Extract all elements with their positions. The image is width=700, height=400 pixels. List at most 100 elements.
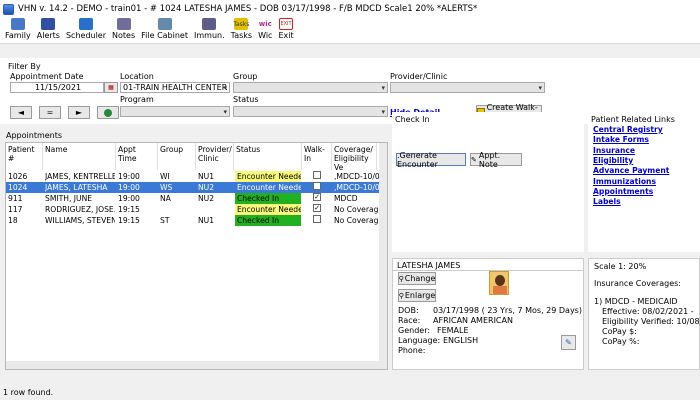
appointments-grid: Patient # Name Appt Time Group Provider/… (5, 142, 388, 370)
cell-provider: NU2 (198, 194, 215, 203)
change-patient-button[interactable]: ⚲ Change (398, 272, 436, 285)
window-title: VHN v. 14.2 - DEMO - train01 - # 1024 LA… (18, 4, 478, 14)
patient-name-header: LATESHA JAMES (397, 261, 461, 270)
column-header-patient[interactable]: Patient # (6, 143, 43, 170)
patient-panel: LATESHA JAMES ⚲ Change ⚲ Enlarge DOB: 03… (392, 258, 584, 370)
cell-time: 19:00 (118, 183, 140, 192)
column-header-walkin[interactable]: Walk-In (302, 143, 332, 170)
provider-label: Provider/Clinic (390, 72, 448, 81)
related-link-left[interactable]: Central Registry (593, 125, 663, 134)
gender-label: Gender: (398, 326, 431, 335)
location-select[interactable]: 01-TRAIN HEALTH CENTER (120, 82, 230, 93)
toolbar-family-button[interactable]: Family (2, 18, 34, 43)
related-links-title: Patient Related Links (591, 115, 675, 124)
refresh-icon (104, 108, 112, 117)
toolbar-exit-button[interactable]: EXIT Exit (275, 18, 296, 43)
edit-icon: ✎ (565, 338, 572, 347)
immunization-icon (202, 18, 217, 30)
table-row[interactable]: 911 SMITH, JUNE 19:00 NA NU2 Checked In ✓ MDCD (6, 193, 387, 204)
toolbar-scheduler-button[interactable]: Scheduler (63, 18, 109, 43)
walkin-checkbox[interactable]: ✓ (313, 204, 321, 212)
refresh-button[interactable] (97, 106, 119, 119)
column-header-time[interactable]: Appt Time (116, 143, 158, 170)
column-header-group[interactable]: Group (158, 143, 196, 170)
related-link-left[interactable]: Immunizations (593, 177, 656, 186)
status-select[interactable] (233, 106, 388, 117)
walkin-checkbox[interactable] (313, 171, 321, 179)
location-label: Location (120, 72, 154, 81)
cell-name: JAMES, LATESHA (45, 183, 108, 192)
tasks-icon: Tasks (233, 18, 249, 30)
related-link-left[interactable]: Intake Forms (593, 135, 649, 144)
race-value: AFRICAN AMERICAN (433, 316, 513, 325)
coverage-panel: Scale 1: 20% Insurance Coverages: 1) MDC… (588, 258, 700, 370)
calendar-picker-button[interactable]: ▦ (104, 82, 118, 93)
cell-coverage: No Coverage (334, 205, 379, 214)
grid-vertical-scrollbar[interactable] (379, 143, 387, 369)
zoom-icon: ⚲ (398, 291, 404, 300)
next-date-button[interactable]: ► (68, 106, 90, 119)
main-toolbar: Family Alerts Scheduler Notes File Cabin… (0, 18, 700, 44)
title-bar: VHN v. 14.2 - DEMO - train01 - # 1024 LA… (0, 0, 700, 18)
column-header-name[interactable]: Name (43, 143, 116, 170)
program-label: Program (120, 95, 154, 104)
table-row[interactable]: 117 RODRIGUEZ, JOSE... 19:15 Encounter Need… (6, 204, 387, 215)
cell-patient: 117 (8, 205, 23, 214)
cell-time: 19:00 (118, 172, 140, 181)
checkin-panel: Check In .Generate Encounter ✎ Appt. Not… (392, 112, 584, 252)
copay-dollar: CoPay $: (602, 327, 637, 336)
appt-note-button[interactable]: ✎ Appt. Note (470, 151, 522, 169)
grid-horizontal-scrollbar[interactable] (6, 361, 379, 369)
column-header-coverage[interactable]: Coverage/ Eligibility Ve (332, 143, 377, 170)
cell-coverage: MDCD (334, 194, 358, 203)
related-link-left[interactable]: Appointments (593, 187, 653, 196)
toolbar-immunization-button[interactable]: Immun. (191, 18, 228, 43)
table-row[interactable]: 1026 JAMES, KENTRELLE 19:00 WI NU1 Encounter … (6, 171, 387, 182)
insurance-verified: Eligibility Verified: 10/08/2021 (602, 317, 700, 326)
related-link-left[interactable]: Labels (593, 197, 621, 206)
checkin-title: Check In (395, 115, 430, 124)
filter-heading: Filter By (8, 62, 41, 71)
cell-patient: 1024 (8, 183, 28, 192)
walkin-checkbox[interactable]: ✓ (313, 193, 321, 201)
toolbar-file-cabinet-button[interactable]: File Cabinet (138, 18, 191, 43)
related-link-left[interactable]: Insurance (593, 146, 635, 155)
walkin-checkbox[interactable] (313, 215, 321, 223)
arrow-left-icon: ◄ (17, 108, 25, 117)
status-label: Status (233, 95, 259, 104)
table-row[interactable]: 18 WILLIAMS, STEVEN 19:15 ST NU1 Checked In No… (6, 215, 387, 226)
edit-patient-button[interactable]: ✎ (561, 335, 576, 350)
toolbar-wic-button[interactable]: wic Wic (255, 18, 275, 43)
toolbar-notes-button[interactable]: Notes (109, 18, 138, 43)
cell-coverage: ,MDCD-10/0 (334, 183, 379, 192)
cell-coverage: ,MDCD-10/0 (334, 172, 379, 181)
related-link-left[interactable]: Advance Payment (593, 166, 669, 175)
file-cabinet-icon (157, 18, 172, 30)
column-header-provider[interactable]: Provider/ Clinic (196, 143, 234, 170)
cell-name: RODRIGUEZ, JOSE... (45, 205, 115, 214)
cell-provider: NU1 (198, 216, 215, 225)
insurance-effective: Effective: 08/02/2021 - (602, 307, 694, 316)
patient-photo (489, 271, 509, 295)
related-link-left[interactable]: Eligibility (593, 156, 633, 165)
walkin-checkbox[interactable] (313, 182, 321, 190)
cell-name: WILLIAMS, STEVEN (45, 216, 115, 225)
cell-time: 19:15 (118, 216, 140, 225)
generate-encounter-button[interactable]: .Generate Encounter (396, 151, 466, 169)
appt-date-input[interactable]: 11/15/2021 (10, 82, 104, 93)
toolbar-tasks-button[interactable]: Tasks Tasks (228, 18, 255, 43)
cell-name: JAMES, KENTRELLE (45, 172, 115, 181)
toolbar-alerts-button[interactable]: Alerts (34, 18, 63, 43)
program-select[interactable] (120, 106, 230, 117)
language-value: ENGLISH (443, 336, 479, 345)
alerts-icon (41, 18, 56, 30)
today-button[interactable]: = (39, 106, 61, 119)
provider-select[interactable] (390, 82, 545, 93)
group-select[interactable] (233, 82, 388, 93)
column-header-status[interactable]: Status (234, 143, 302, 170)
enlarge-photo-button[interactable]: ⚲ Enlarge (398, 289, 436, 302)
table-row[interactable]: 1024 JAMES, LATESHA 19:00 WS NU2 Encounter Ne… (6, 182, 387, 193)
cell-coverage: No Coverage (334, 216, 379, 225)
related-links-panel: Patient Related Links Central Registry In… (588, 112, 700, 252)
prev-date-button[interactable]: ◄ (10, 106, 32, 119)
